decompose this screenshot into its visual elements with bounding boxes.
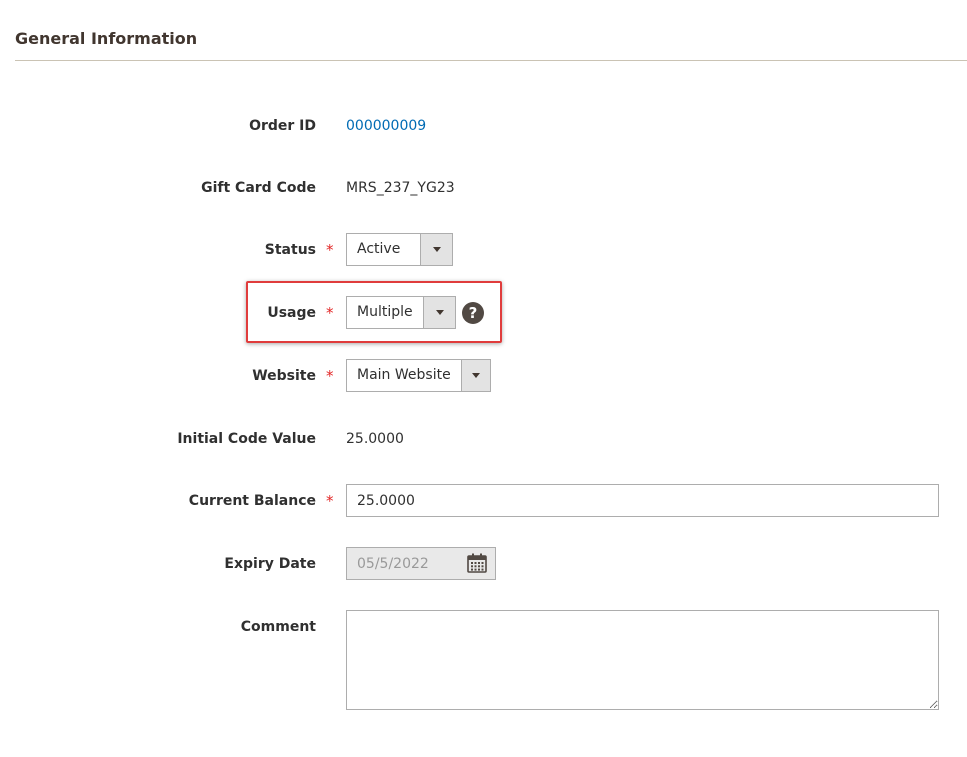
gift-card-code-value: MRS_237_YG23 [346,180,455,196]
status-select[interactable]: Active [346,233,453,266]
current-balance-input[interactable] [346,484,939,517]
gift-card-code-label: Gift Card Code [201,180,316,196]
website-dropdown-button[interactable] [460,360,490,391]
question-circle-icon[interactable]: ? [462,302,484,324]
expiry-date-label: Expiry Date [224,556,316,572]
initial-code-value-label: Initial Code Value [177,431,316,447]
comment-textarea[interactable] [346,610,939,710]
website-select[interactable]: Main Website [346,359,491,392]
website-selected-value: Main Website [357,367,451,383]
chevron-down-icon [432,247,441,252]
comment-label: Comment [240,619,316,635]
status-required-mark: * [326,241,334,259]
status-dropdown-button[interactable] [420,234,452,265]
usage-label: Usage [267,305,316,321]
chevron-down-icon [471,373,480,378]
expiry-date-field[interactable] [346,547,496,580]
calendar-icon[interactable] [467,553,487,573]
usage-select[interactable]: Multiple [346,296,456,329]
usage-selected-value: Multiple [357,304,413,320]
chevron-down-icon [435,310,444,315]
section-divider [15,60,967,61]
website-required-mark: * [326,367,334,385]
website-label: Website [252,368,316,384]
order-id-label: Order ID [249,118,316,134]
status-selected-value: Active [357,241,401,257]
section-title: General Information [15,29,198,48]
expiry-date-input[interactable] [347,548,477,579]
order-id-link[interactable]: 000000009 [346,116,426,136]
initial-code-value: 25.0000 [346,431,404,447]
usage-dropdown-button[interactable] [423,297,455,328]
status-label: Status [264,242,316,258]
usage-required-mark: * [326,304,334,322]
current-balance-required-mark: * [326,492,334,510]
current-balance-label: Current Balance [188,493,316,509]
